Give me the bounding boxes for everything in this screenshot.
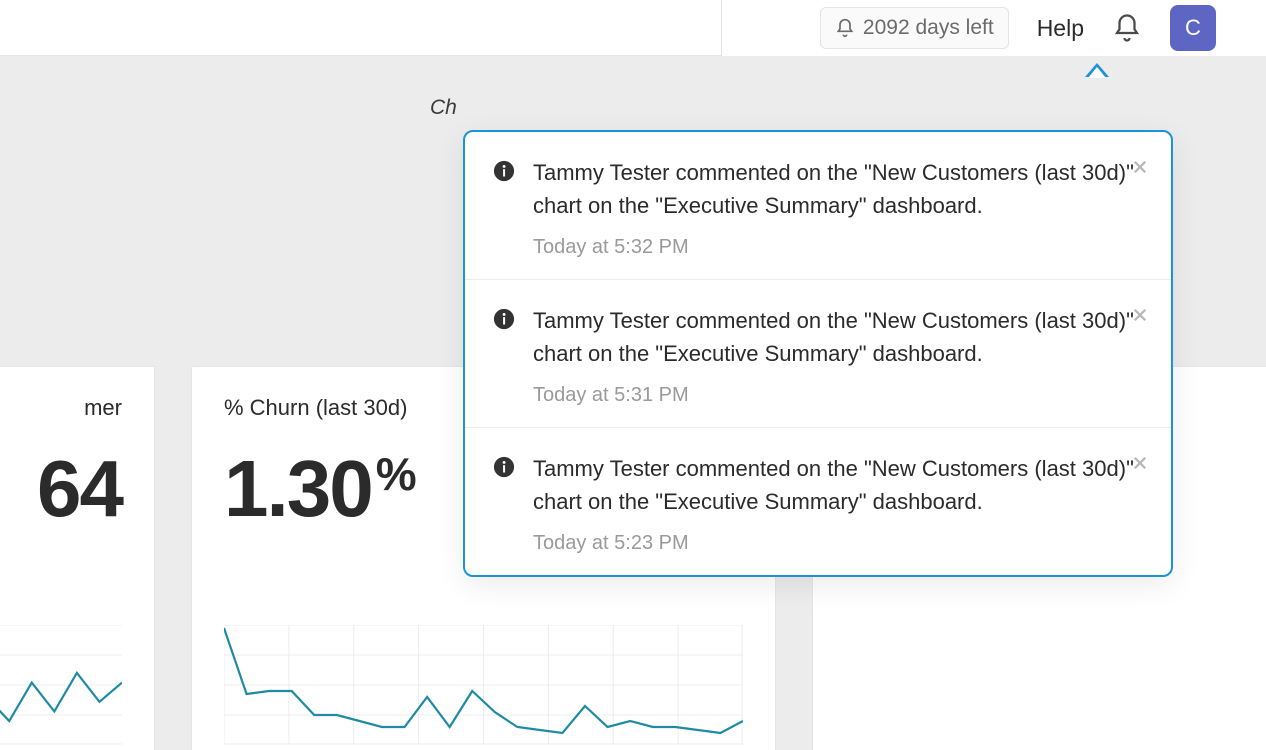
bell-icon bbox=[835, 18, 855, 38]
sparkline-chart bbox=[224, 625, 743, 745]
card-title-fragment: mer bbox=[0, 395, 122, 421]
notification-body: Tammy Tester commented on the "New Custo… bbox=[533, 156, 1143, 259]
card-metric-fragment: 64 bbox=[0, 449, 122, 529]
help-link[interactable]: Help bbox=[1037, 15, 1084, 42]
avatar[interactable]: C bbox=[1170, 5, 1216, 51]
popover-arrow-inner bbox=[1088, 67, 1106, 78]
notification-close-button[interactable] bbox=[1131, 454, 1149, 477]
notification-text: Tammy Tester commented on the "New Custo… bbox=[533, 156, 1143, 222]
notifications-button[interactable] bbox=[1112, 13, 1142, 43]
top-bar: 2092 days left Help C bbox=[0, 0, 1266, 56]
metric-value: 1.30 bbox=[224, 444, 372, 533]
notification-item[interactable]: Tammy Tester commented on the "New Custo… bbox=[465, 132, 1171, 280]
content-area: Ch Tammy Tester commented on the "New Cu… bbox=[0, 56, 1266, 750]
notifications-popover: Tammy Tester commented on the "New Custo… bbox=[463, 130, 1173, 577]
close-icon bbox=[1131, 454, 1149, 472]
notification-text: Tammy Tester commented on the "New Custo… bbox=[533, 452, 1143, 518]
close-icon bbox=[1131, 158, 1149, 176]
trial-days-label: 2092 days left bbox=[863, 16, 994, 40]
notification-item[interactable]: Tammy Tester commented on the "New Custo… bbox=[465, 280, 1171, 428]
trial-days-badge[interactable]: 2092 days left bbox=[820, 7, 1009, 49]
bell-icon bbox=[1112, 13, 1142, 43]
notification-close-button[interactable] bbox=[1131, 158, 1149, 181]
notification-item[interactable]: Tammy Tester commented on the "New Custo… bbox=[465, 428, 1171, 575]
avatar-letter: C bbox=[1185, 15, 1201, 41]
metric-card[interactable]: mer 64 bbox=[0, 366, 155, 750]
row-label-fragment: Ch bbox=[430, 96, 457, 120]
notification-time: Today at 5:31 PM bbox=[533, 384, 1143, 407]
notification-body: Tammy Tester commented on the "New Custo… bbox=[533, 452, 1143, 555]
metric-unit: % bbox=[376, 448, 415, 500]
notification-time: Today at 5:23 PM bbox=[533, 532, 1143, 555]
search-wrap bbox=[0, 0, 792, 56]
notification-body: Tammy Tester commented on the "New Custo… bbox=[533, 304, 1143, 407]
notification-close-button[interactable] bbox=[1131, 306, 1149, 329]
notification-time: Today at 5:32 PM bbox=[533, 236, 1143, 259]
close-icon bbox=[1131, 306, 1149, 324]
notification-text: Tammy Tester commented on the "New Custo… bbox=[533, 304, 1143, 370]
search-input[interactable] bbox=[0, 0, 722, 56]
info-icon bbox=[493, 308, 515, 330]
info-icon bbox=[493, 456, 515, 478]
info-icon bbox=[493, 160, 515, 182]
sparkline-chart bbox=[0, 625, 122, 745]
